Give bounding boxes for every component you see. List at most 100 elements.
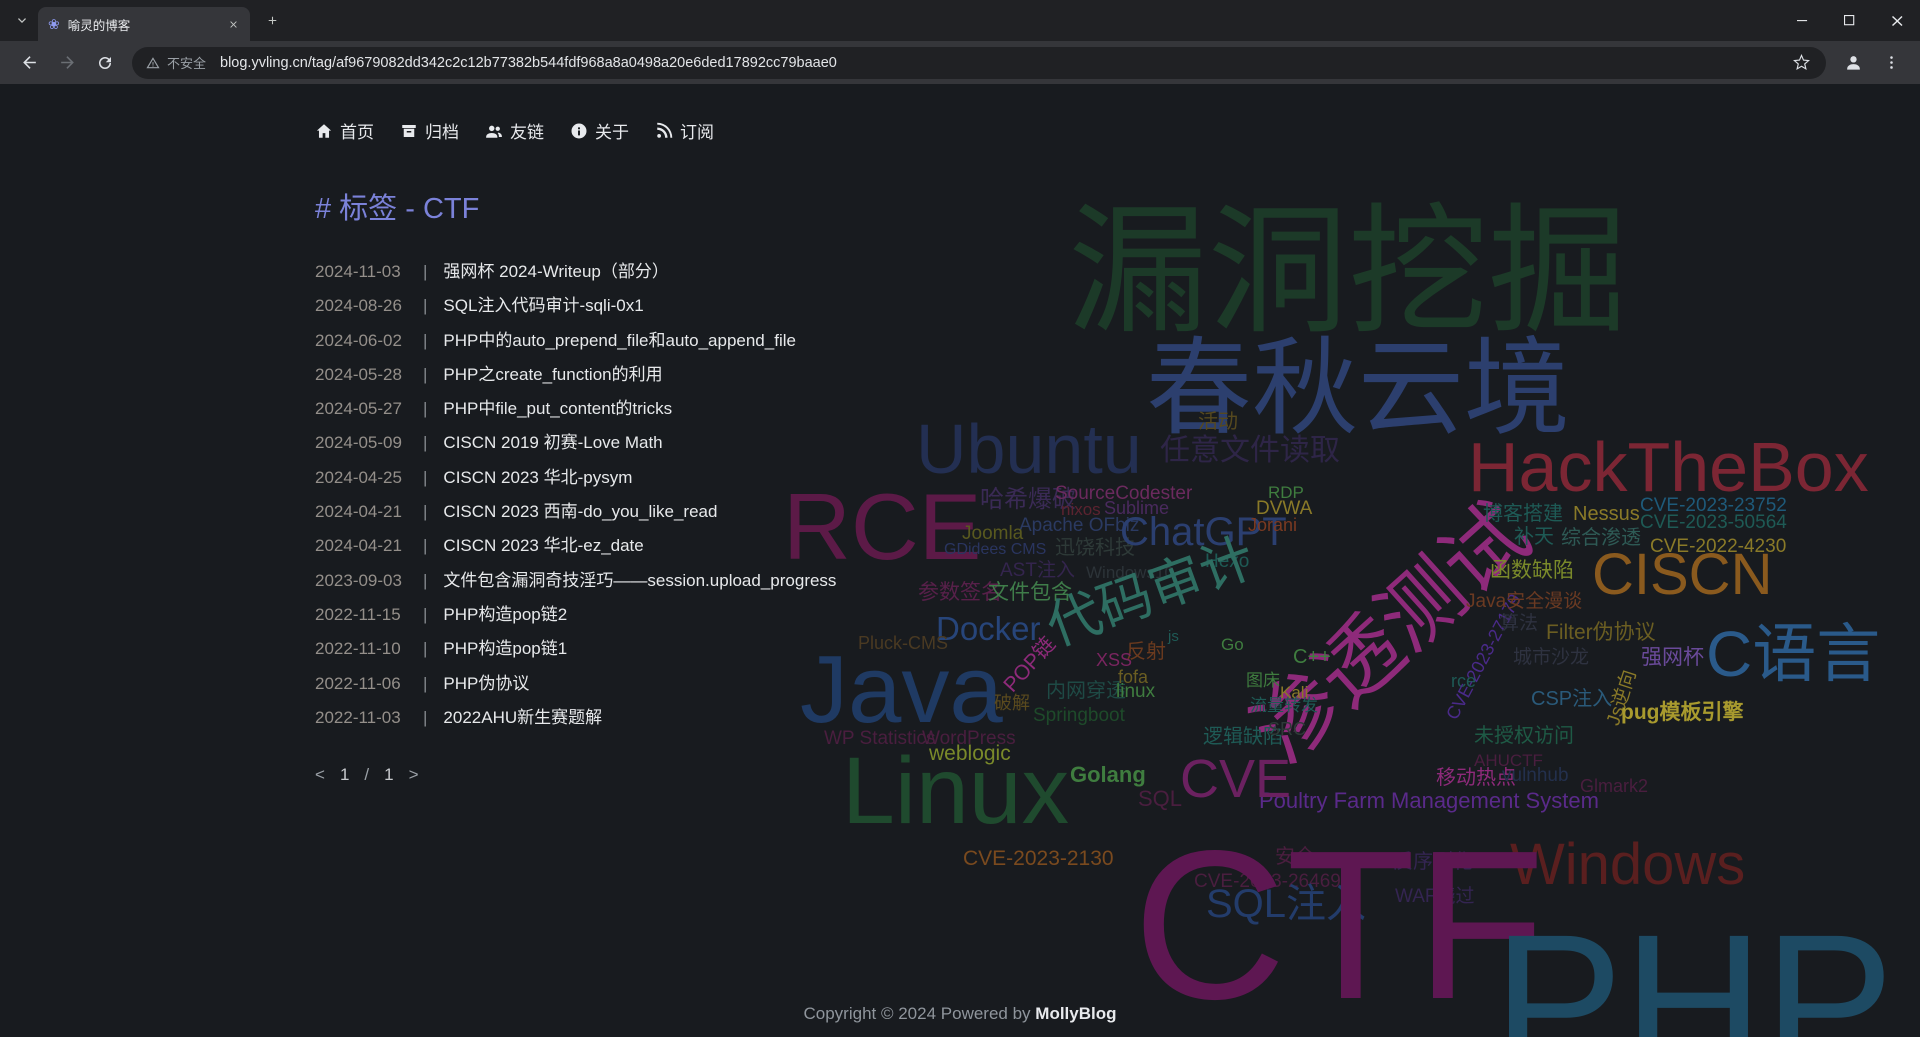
post-date: 2023-09-03 — [315, 571, 413, 591]
post-date: 2022-11-03 — [315, 708, 413, 728]
post-separator: | — [423, 536, 427, 556]
info-icon — [570, 122, 588, 140]
archive-icon — [400, 122, 418, 140]
post-date: 2024-04-21 — [315, 502, 413, 522]
current-page: 1 — [340, 765, 349, 785]
post-row: 2022-11-15|PHP构造pop链2 — [315, 600, 1920, 634]
nav-item-label: 首页 — [340, 118, 374, 143]
nav-item-archive[interactable]: 归档 — [400, 118, 459, 143]
post-row: 2024-04-25|CISCN 2023 华北-pysym — [315, 463, 1920, 497]
post-date: 2024-05-27 — [315, 399, 413, 419]
post-title-link[interactable]: 强网杯 2024-Writeup（部分） — [443, 257, 668, 282]
forward-arrow-icon — [58, 53, 77, 72]
browser-toolbar: 不安全 blog.yvling.cn/tag/af9679082dd342c2c… — [0, 41, 1920, 84]
home-icon — [315, 122, 333, 140]
post-date: 2024-11-03 — [315, 262, 413, 282]
post-title-link[interactable]: PHP伪协议 — [443, 669, 529, 694]
nav-item-info[interactable]: 关于 — [570, 118, 629, 143]
page-title: # 标签 - CTF — [315, 185, 1920, 227]
tab-close-button[interactable] — [224, 15, 242, 33]
pagination: < 1 / 1 > — [315, 765, 1920, 785]
back-arrow-icon — [20, 53, 39, 72]
reload-button[interactable] — [89, 47, 121, 79]
post-date: 2024-05-28 — [315, 365, 413, 385]
wordcloud-word: SQL — [1138, 788, 1182, 810]
back-button[interactable] — [13, 47, 45, 79]
post-separator: | — [423, 296, 427, 316]
tab-search-button[interactable] — [8, 7, 36, 35]
post-title-link[interactable]: PHP之create_function的利用 — [443, 360, 662, 385]
post-title-link[interactable]: PHP构造pop链1 — [443, 634, 567, 659]
nav-item-rss[interactable]: 订阅 — [655, 118, 714, 143]
post-title-link[interactable]: PHP中的auto_prepend_file和auto_append_file — [443, 326, 796, 351]
url-text: blog.yvling.cn/tag/af9679082dd342c2c12b7… — [220, 55, 837, 71]
kebab-menu-icon — [1883, 54, 1900, 71]
post-date: 2022-11-06 — [315, 674, 413, 694]
forward-button[interactable] — [51, 47, 83, 79]
maximize-button[interactable] — [1826, 0, 1873, 41]
post-date: 2024-05-09 — [315, 433, 413, 453]
profile-button[interactable] — [1837, 47, 1869, 79]
nav-menu: 首页 归档 友链 关于 订阅 — [315, 84, 714, 143]
wordcloud-word: Windows — [1510, 836, 1745, 894]
post-row: 2024-06-02|PHP中的auto_prepend_file和auto_a… — [315, 326, 1920, 360]
post-row: 2023-09-03|文件包含漏洞奇技淫巧——session.upload_pr… — [315, 566, 1920, 600]
wordcloud-word: CVE-2023-2130 — [963, 848, 1114, 869]
chevron-down-icon — [16, 15, 28, 27]
post-row: 2024-04-21 | CISCN 2023 西南-do_you_like_rea… — [315, 497, 1920, 531]
minimize-icon — [1797, 15, 1808, 26]
post-row: 2024-04-21 | CISCN 2023 华北-ez_date — [315, 531, 1920, 565]
nav-item-label: 归档 — [425, 118, 459, 143]
post-date: 2022-11-15 — [315, 605, 413, 625]
post-row: 2022-11-06 | PHP伪协议 — [315, 669, 1920, 703]
security-chip[interactable]: 不安全 — [146, 53, 206, 72]
post-title-link[interactable]: CISCN 2023 西南-do_you_like_read — [443, 497, 717, 522]
post-row: 2024-05-09|CISCN 2019 初赛-Love Math — [315, 428, 1920, 462]
blog-engine-link[interactable]: MollyBlog — [1035, 1004, 1116, 1023]
total-pages: 1 — [384, 765, 393, 785]
next-page-button[interactable]: > — [409, 765, 419, 785]
new-tab-button[interactable] — [258, 7, 286, 35]
post-row: 2024-05-27|PHP中file_put_content的tricks — [315, 394, 1920, 428]
post-title-link[interactable]: 2022AHU新生赛题解 — [443, 703, 602, 728]
bookmark-button[interactable] — [1785, 47, 1817, 79]
post-row: 2024-05-28|PHP之create_function的利用 — [315, 360, 1920, 394]
post-title-link[interactable]: PHP中file_put_content的tricks — [443, 394, 672, 419]
post-list: 2024-11-03|强网杯 2024-Writeup（部分）2024-08-2… — [315, 257, 1920, 737]
avatar-icon — [1844, 53, 1863, 72]
rss-icon — [655, 122, 673, 140]
post-title-link[interactable]: PHP构造pop链2 — [443, 600, 567, 625]
address-bar[interactable]: 不安全 blog.yvling.cn/tag/af9679082dd342c2c… — [132, 47, 1826, 79]
copyright-text: Copyright © 2024 Powered by — [804, 1004, 1031, 1023]
nav-item-home[interactable]: 首页 — [315, 118, 374, 143]
post-separator: | — [423, 639, 427, 659]
post-title-link[interactable]: CISCN 2023 华北-pysym — [443, 463, 632, 488]
post-separator: | — [423, 674, 427, 694]
close-icon — [1891, 15, 1903, 27]
main-content: 首页 归档 友链 关于 订阅 # 标签 - CTF 2024-11-03 | 强网杯 202… — [0, 84, 1920, 785]
close-window-button[interactable] — [1873, 0, 1920, 41]
minimize-button[interactable] — [1779, 0, 1826, 41]
reload-icon — [96, 54, 114, 72]
nav-item-users[interactable]: 友链 — [485, 118, 544, 143]
post-title-link[interactable]: SQL注入代码审计-sqli-0x1 — [443, 291, 643, 316]
post-title-link[interactable]: CISCN 2019 初赛-Love Math — [443, 428, 662, 453]
footer: Copyright © 2024 Powered by MollyBlog — [0, 1004, 1920, 1024]
browser-tab-bar: ❀ 喻灵的博客 — [0, 0, 1920, 41]
security-label: 不安全 — [167, 53, 206, 72]
post-title-link[interactable]: CISCN 2023 华北-ez_date — [443, 531, 643, 556]
warning-triangle-icon — [146, 56, 160, 70]
maximize-icon — [1844, 15, 1855, 26]
menu-button[interactable] — [1875, 47, 1907, 79]
post-separator: | — [423, 708, 427, 728]
post-date: 2024-06-02 — [315, 331, 413, 351]
post-separator: | — [423, 502, 427, 522]
post-title-link[interactable]: 文件包含漏洞奇技淫巧——session.upload_progress — [443, 566, 836, 591]
prev-page-button[interactable]: < — [315, 765, 325, 785]
post-separator: | — [423, 468, 427, 488]
nav-item-label: 订阅 — [680, 118, 714, 143]
browser-tab[interactable]: ❀ 喻灵的博客 — [38, 7, 250, 41]
close-icon — [228, 19, 239, 30]
nav-item-label: 关于 — [595, 118, 629, 143]
post-date: 2024-04-21 — [315, 536, 413, 556]
